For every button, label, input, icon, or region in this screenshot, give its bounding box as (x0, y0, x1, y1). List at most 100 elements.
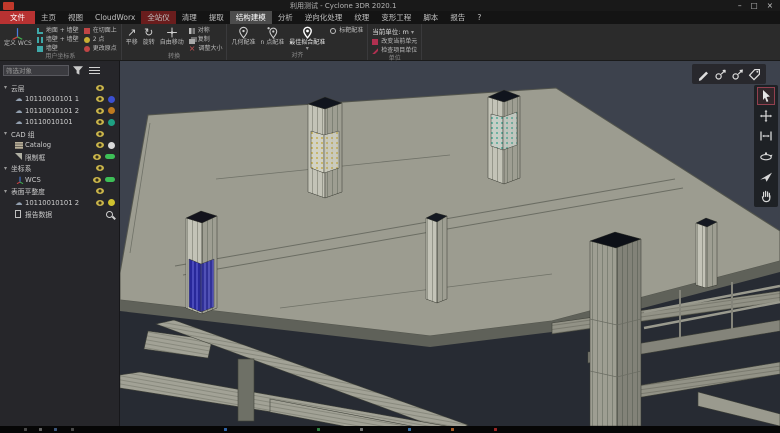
filter-objects-input[interactable] (3, 65, 69, 76)
pan-move-tool[interactable] (757, 107, 775, 125)
units-dropdown-icon[interactable]: ▾ (411, 29, 414, 36)
close-button[interactable]: × (767, 0, 773, 11)
3d-viewport[interactable] (120, 61, 780, 426)
measure-radius-icon[interactable] (731, 68, 744, 81)
collapse-caret-icon[interactable]: ▾ (4, 165, 11, 172)
tab-reverse-engineering[interactable]: 逆向化处理 (299, 11, 349, 24)
tree-group-clouds[interactable]: ▾ 云层 (0, 82, 119, 94)
teal-dot-scan-region[interactable] (491, 114, 503, 150)
tab-help[interactable]: ? (471, 11, 487, 24)
taskbar-icon[interactable] (54, 428, 57, 431)
scan-stripe-region[interactable] (189, 259, 201, 312)
collapse-caret-icon[interactable]: ▾ (4, 84, 11, 91)
tab-total-station[interactable]: 全站仪 (141, 11, 176, 24)
visibility-eye-icon[interactable] (96, 165, 104, 171)
collapse-caret-icon[interactable]: ▾ (4, 130, 11, 137)
tree-item-flatness-cloud[interactable]: ☁ 10110010101 2 (0, 197, 119, 209)
color-swatch[interactable] (108, 119, 115, 126)
visibility-eye-icon[interactable] (93, 154, 101, 160)
orbit-tool[interactable] (757, 147, 775, 165)
tab-structure-modeling[interactable]: 结构建模 (230, 11, 272, 24)
toggle-on-icon[interactable] (105, 154, 115, 159)
free-move-button[interactable]: 自由移动 (160, 25, 184, 46)
color-swatch[interactable] (108, 142, 115, 149)
ucs-change-origin-button[interactable]: 更改原点 (84, 45, 117, 53)
grab-hand-tool[interactable] (757, 187, 775, 205)
filter-funnel-icon[interactable] (72, 65, 84, 76)
visibility-eye-icon[interactable] (96, 142, 104, 148)
taskbar-icon[interactable] (451, 428, 454, 431)
visibility-eye-icon[interactable] (96, 131, 104, 137)
tree-menu-icon[interactable] (89, 67, 100, 75)
check-project-units-button[interactable]: 检查项目单位 (372, 47, 417, 55)
resize-button[interactable]: ×调整大小 (189, 45, 223, 53)
tree-item-cloud-2[interactable]: ☁ 10110010101 2 (0, 105, 119, 117)
yellow-dot-scan-region[interactable] (311, 131, 324, 173)
tree-item-catalog[interactable]: Catalog (0, 140, 119, 152)
tab-extract[interactable]: 提取 (203, 11, 230, 24)
tree-item-wcs[interactable]: WCS (0, 174, 119, 186)
tree-item-limit-box[interactable]: 限制框 (0, 151, 119, 163)
label-tag-icon[interactable] (748, 68, 761, 81)
tree-item-cloud-1[interactable]: ☁ 10110010101 1 (0, 94, 119, 106)
color-swatch[interactable] (108, 199, 115, 206)
geometric-registration-button[interactable]: 几何配准 (231, 25, 255, 46)
translate-button[interactable]: ↗ 平移 (126, 25, 138, 46)
tab-file[interactable]: 文件 (0, 11, 35, 24)
visibility-eye-icon[interactable] (96, 188, 104, 194)
select-tool[interactable] (757, 87, 775, 105)
taskbar-icon[interactable] (39, 428, 42, 431)
tree-item-cloud-3[interactable]: ☁ 10110010101 (0, 117, 119, 129)
magnifier-icon[interactable] (106, 211, 113, 218)
target-registration-button[interactable]: 标靶配准 (330, 27, 363, 35)
tab-deformation[interactable]: 变形工程 (375, 11, 417, 24)
visibility-eye-icon[interactable] (96, 96, 104, 102)
maximize-button[interactable]: □ (751, 0, 758, 11)
visibility-eye-icon[interactable] (96, 85, 104, 91)
define-wcs-button[interactable]: 定义 WCS (4, 25, 32, 47)
ucs-on-section-button[interactable]: 在切面上 (84, 27, 117, 35)
rotate-button[interactable]: ↻ 旋转 (143, 25, 155, 46)
measure-angle-icon[interactable] (714, 68, 727, 81)
tab-home[interactable]: 主页 (35, 11, 62, 24)
fly-tool[interactable] (757, 167, 775, 185)
tab-view[interactable]: 视图 (62, 11, 89, 24)
best-fit-registration-button[interactable]: 最佳拟合配准 ▾ (289, 25, 325, 52)
visibility-eye-icon[interactable] (96, 108, 104, 114)
tab-script[interactable]: 脚本 (417, 11, 444, 24)
tab-cloudworx[interactable]: CloudWorx (89, 11, 141, 24)
tree-group-surface-flatness[interactable]: ▾ 表面平整度 (0, 186, 119, 198)
tab-clean[interactable]: 清理 (176, 11, 203, 24)
taskbar-icon[interactable] (71, 428, 74, 431)
3d-scene[interactable] (120, 61, 780, 426)
taskbar-icon[interactable] (360, 428, 363, 431)
taskbar-icon[interactable] (494, 428, 497, 431)
tab-analyze[interactable]: 分析 (272, 11, 299, 24)
visibility-eye-icon[interactable] (96, 200, 104, 206)
change-current-unit-button[interactable]: 改变当前单元 (372, 38, 417, 46)
taskbar-icon[interactable] (24, 428, 27, 431)
ucs-wall-button[interactable]: 墙壁 (37, 45, 79, 53)
fit-width-tool[interactable] (757, 127, 775, 145)
tab-texture[interactable]: 纹理 (348, 11, 375, 24)
duplicate-button[interactable]: 复制 (189, 36, 223, 44)
taskbar-icon[interactable] (317, 428, 320, 431)
measure-distance-icon[interactable] (697, 68, 710, 81)
visibility-eye-icon[interactable] (93, 177, 101, 183)
ucs-wall-wall-button[interactable]: 墙壁 + 墙壁 (37, 36, 79, 44)
minimize-button[interactable]: – (738, 0, 742, 11)
toggle-on-icon[interactable] (105, 177, 115, 182)
tab-report[interactable]: 报告 (444, 11, 471, 24)
current-units-value[interactable]: m (403, 28, 409, 36)
ucs-two-point-button[interactable]: 2 点 (84, 36, 117, 44)
visibility-eye-icon[interactable] (96, 119, 104, 125)
n-point-registration-button[interactable]: n 点配准 (260, 25, 284, 46)
ucs-ground-wall-button[interactable]: 地面 + 墙壁 (37, 27, 79, 35)
tree-group-coordinate-systems[interactable]: ▾ 坐标系 (0, 163, 119, 175)
color-swatch[interactable] (108, 107, 115, 114)
taskbar-icon[interactable] (224, 428, 227, 431)
collapse-caret-icon[interactable]: ▾ (4, 188, 11, 195)
color-swatch[interactable] (108, 96, 115, 103)
taskbar-icon[interactable] (408, 428, 411, 431)
tree-item-report-data[interactable]: 报告数据 (0, 209, 119, 221)
